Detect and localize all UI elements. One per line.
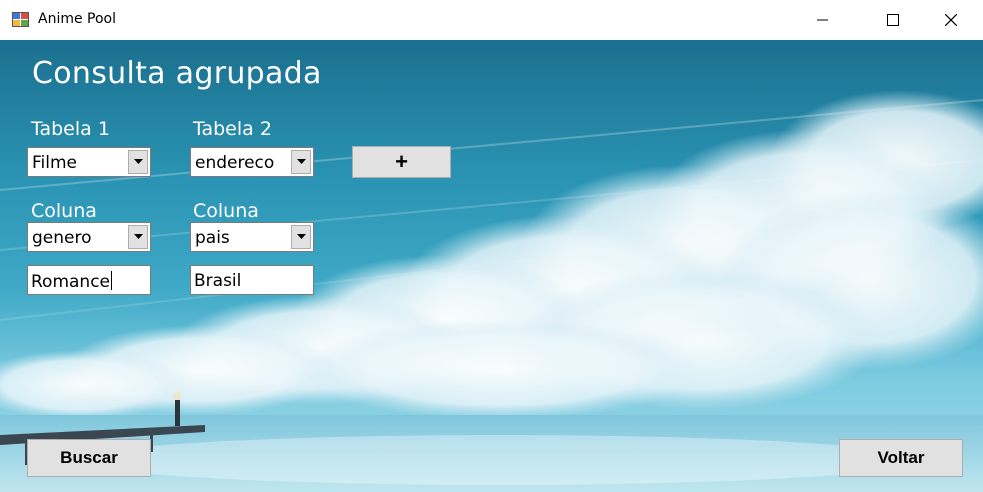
title-bar[interactable]: Anime Pool xyxy=(0,0,983,40)
table1-dropdown-button[interactable] xyxy=(128,150,148,174)
table2-select[interactable]: endereco xyxy=(190,147,314,177)
chevron-down-icon xyxy=(296,159,306,164)
minimize-button[interactable] xyxy=(800,0,846,40)
add-table-button[interactable]: + xyxy=(352,146,451,178)
maximize-icon xyxy=(887,14,899,26)
window-title: Anime Pool xyxy=(38,11,117,27)
column1-select[interactable]: genero xyxy=(27,222,151,252)
back-button[interactable]: Voltar xyxy=(839,439,963,477)
search-button[interactable]: Buscar xyxy=(27,439,151,477)
column2-select-value: pais xyxy=(195,228,230,248)
column2-label: Coluna xyxy=(193,200,259,222)
chevron-down-icon xyxy=(133,234,143,239)
minimize-icon xyxy=(817,19,828,21)
close-button[interactable] xyxy=(928,0,974,40)
page-title: Consulta agrupada xyxy=(32,56,322,91)
table2-label: Tabela 2 xyxy=(193,118,272,140)
maximize-button[interactable] xyxy=(870,0,916,40)
column2-value-text: Brasil xyxy=(194,271,242,291)
table1-select[interactable]: Filme xyxy=(27,147,151,177)
column1-select-value: genero xyxy=(32,228,92,248)
app-window-icon xyxy=(12,12,29,27)
chevron-down-icon xyxy=(133,159,143,164)
form-client-area: Consulta agrupada Tabela 1 Tabela 2 Film… xyxy=(0,40,983,492)
chevron-down-icon xyxy=(296,234,306,239)
column1-value-text: Romance xyxy=(31,272,111,292)
column2-value-input[interactable]: Brasil xyxy=(190,265,314,295)
column1-label: Coluna xyxy=(31,200,97,222)
close-icon xyxy=(945,14,957,26)
table1-label: Tabela 1 xyxy=(31,118,110,140)
table2-select-value: endereco xyxy=(195,153,275,173)
table2-dropdown-button[interactable] xyxy=(291,150,311,174)
column2-dropdown-button[interactable] xyxy=(291,225,311,249)
column1-dropdown-button[interactable] xyxy=(128,225,148,249)
table1-select-value: Filme xyxy=(32,153,78,173)
text-caret xyxy=(111,271,113,290)
column1-value-input[interactable]: Romance xyxy=(27,265,151,295)
column2-select[interactable]: pais xyxy=(190,222,314,252)
